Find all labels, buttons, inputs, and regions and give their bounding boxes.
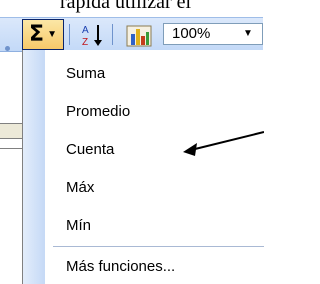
- sort-ascending-icon: A Z: [82, 24, 102, 48]
- annotation-arrow-icon: [183, 131, 264, 156]
- menu-item-suma[interactable]: Suma: [66, 65, 105, 82]
- standard-toolbar: Σ ▼ A Z 100% ▼: [0, 17, 263, 52]
- cell-row[interactable]: [0, 123, 22, 139]
- menu-item-max[interactable]: Máx: [66, 179, 94, 196]
- sigma-icon: Σ: [29, 22, 45, 47]
- autosum-dropdown-menu: Suma Promedio Cuenta Máx Mín Más funcion…: [22, 50, 264, 284]
- toolbar-grip[interactable]: [5, 46, 10, 51]
- chart-wizard-button[interactable]: [122, 18, 156, 51]
- chart-wizard-icon: [126, 25, 152, 46]
- sort-ascending-button[interactable]: A Z: [78, 18, 108, 51]
- svg-text:Z: Z: [82, 37, 88, 48]
- chevron-down-icon[interactable]: ▼: [47, 29, 57, 40]
- menu-icon-strip: [23, 50, 45, 284]
- menu-item-min[interactable]: Mín: [66, 217, 91, 234]
- document-heading-fragment: rápida utilizar el: [60, 0, 192, 13]
- menu-divider: [53, 246, 264, 247]
- svg-text:A: A: [82, 25, 89, 36]
- spreadsheet-fragment: [0, 52, 22, 284]
- menu-item-cuenta[interactable]: Cuenta: [66, 141, 114, 158]
- zoom-value: 100%: [172, 25, 211, 42]
- grid-line: [0, 148, 22, 149]
- toolbar-divider: [112, 24, 113, 45]
- menu-item-mas-funciones[interactable]: Más funciones...: [66, 258, 175, 275]
- chevron-down-icon[interactable]: ▼: [243, 28, 253, 39]
- toolbar-divider: [69, 24, 70, 45]
- autosum-button[interactable]: Σ ▼: [22, 19, 64, 50]
- menu-item-promedio[interactable]: Promedio: [66, 103, 130, 120]
